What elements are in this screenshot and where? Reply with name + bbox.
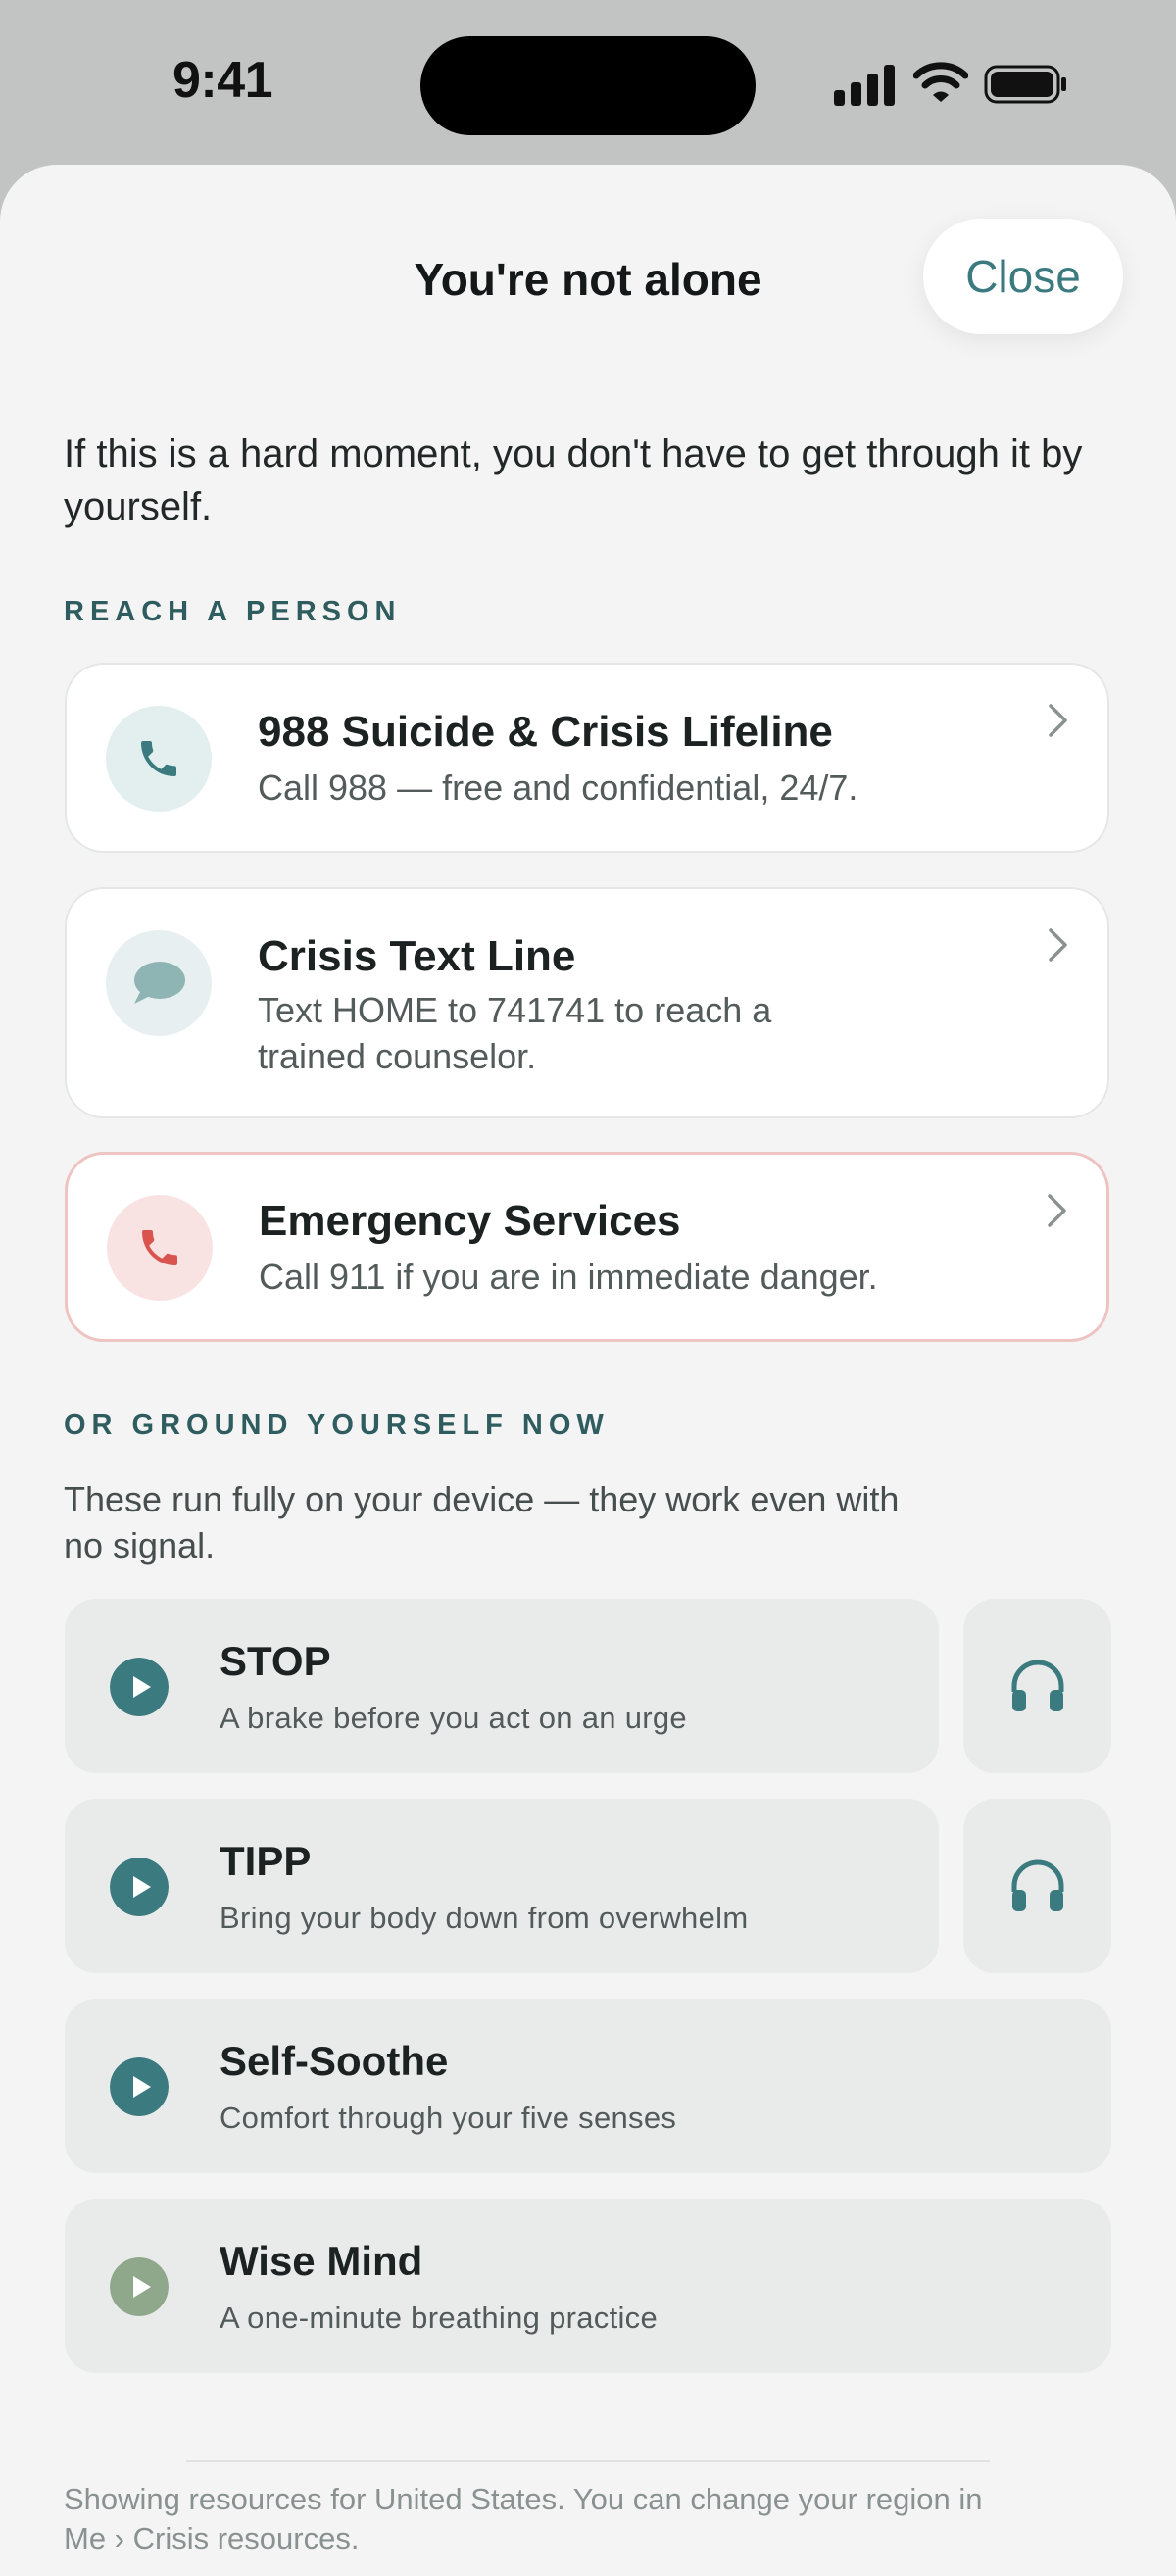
- card-title: 988 Suicide & Crisis Lifeline: [258, 708, 833, 756]
- skill-title: Wise Mind: [220, 2238, 423, 2284]
- footer-line2: Me › Crisis resources.: [64, 2521, 360, 2555]
- skill-subtitle: A one-minute breathing practice: [220, 2301, 659, 2335]
- skill-subtitle: Comfort through your five senses: [220, 2101, 677, 2135]
- phone-icon: [106, 706, 212, 812]
- skill-wise-mind-button[interactable]: Wise Mind A one-minute breathing practic…: [65, 2199, 1111, 2373]
- footer-line1: Showing resources for United States. You…: [64, 2482, 983, 2516]
- tipp-audio-button[interactable]: [963, 1799, 1111, 1973]
- skill-title: STOP: [220, 1638, 331, 1684]
- skill-subtitle: Bring your body down from overwhelm: [220, 1901, 749, 1935]
- status-bar: 9:41: [0, 0, 1176, 167]
- intro-text: If this is a hard moment, you don't have…: [64, 432, 1083, 528]
- card-subtitle-line1: Text HOME to 741741 to reach a: [258, 990, 772, 1030]
- card-subtitle: Call 911 if you are in immediate danger.: [259, 1257, 878, 1297]
- headphones-icon: [1011, 1859, 1063, 1911]
- wifi-icon: [913, 62, 968, 102]
- emergency-phone-icon: [107, 1195, 213, 1301]
- region-footer: Showing resources for United States. You…: [64, 2480, 1122, 2558]
- cellular-signal-icon: [834, 65, 895, 106]
- stop-audio-button[interactable]: [963, 1599, 1111, 1773]
- chevron-right-icon: [1048, 1194, 1066, 1227]
- play-icon: [110, 1858, 169, 1916]
- status-time: 9:41: [172, 52, 273, 109]
- card-title: Crisis Text Line: [258, 932, 576, 980]
- skill-tipp-button[interactable]: TIPP Bring your body down from overwhelm: [65, 1799, 939, 1973]
- section-label-ground: OR GROUND YOURSELF NOW: [64, 1410, 610, 1441]
- section-label-reach: REACH A PERSON: [64, 596, 402, 627]
- close-button[interactable]: Close: [923, 219, 1123, 334]
- chevron-right-icon: [1049, 704, 1067, 737]
- emergency-services-card[interactable]: Emergency Services Call 911 if you are i…: [65, 1152, 1109, 1342]
- skill-subtitle: A brake before you act on an urge: [220, 1701, 687, 1735]
- message-icon: [106, 930, 212, 1036]
- headphones-icon: [1011, 1660, 1063, 1711]
- card-subtitle: Call 988 — free and confidential, 24/7.: [258, 768, 858, 808]
- card-subtitle-line2: trained counselor.: [258, 1036, 537, 1076]
- play-icon: [110, 2057, 169, 2116]
- card-title: Emergency Services: [259, 1197, 681, 1245]
- crisis-text-line-card[interactable]: Crisis Text Line Text HOME to 741741 to …: [65, 887, 1109, 1118]
- skill-self-soothe-button[interactable]: Self-Soothe Comfort through your five se…: [65, 1999, 1111, 2173]
- offline-note-line1: These run fully on your device — they wo…: [64, 1479, 900, 1519]
- offline-note: These run fully on your device — they wo…: [64, 1476, 1044, 1568]
- chevron-right-icon: [1049, 928, 1067, 962]
- skill-title: Self-Soothe: [220, 2038, 449, 2084]
- play-icon: [110, 1658, 169, 1716]
- offline-note-line2: no signal.: [64, 1525, 216, 1565]
- play-icon: [110, 2257, 169, 2316]
- crisis-sheet: You're not alone Close If this is a hard…: [0, 165, 1176, 2576]
- footer-divider: [186, 2460, 990, 2462]
- skill-title: TIPP: [220, 1838, 312, 1884]
- battery-icon: [984, 65, 1066, 104]
- skill-stop-button[interactable]: STOP A brake before you act on an urge: [65, 1599, 939, 1773]
- dynamic-island: [420, 36, 756, 135]
- lifeline-988-card[interactable]: 988 Suicide & Crisis Lifeline Call 988 —…: [65, 663, 1109, 853]
